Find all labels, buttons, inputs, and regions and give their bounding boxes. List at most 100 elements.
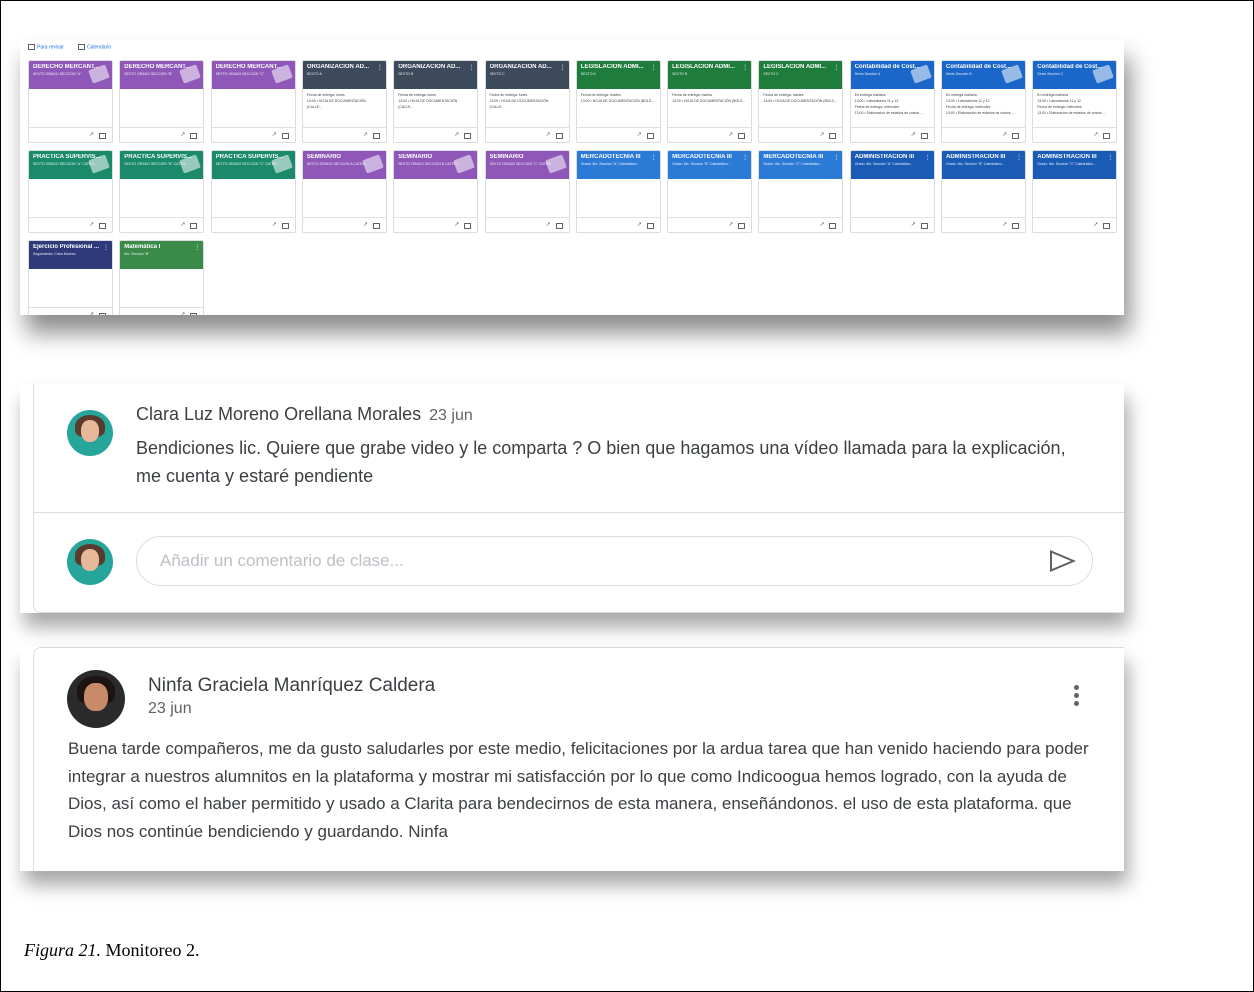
trending-icon[interactable]: ↗ xyxy=(454,221,459,228)
trending-icon[interactable]: ↗ xyxy=(637,221,642,228)
folder-icon[interactable] xyxy=(281,133,289,139)
card-menu-icon[interactable]: ⋮ xyxy=(1016,154,1022,161)
course-title[interactable]: ORGANIZACIÓN AD... xyxy=(307,64,375,70)
course-card[interactable]: Contabilidad de Cost... Sexto Sección C En… xyxy=(1032,60,1118,143)
folder-icon[interactable] xyxy=(99,133,106,139)
course-card[interactable]: DERECHO MERCANT... SEXTO GRADO SECCIÓN "C… xyxy=(210,60,296,143)
course-card[interactable]: SEMINARIO SEXTO GRADO SECCIÓN A CATEG... ↗ xyxy=(301,150,387,233)
course-title[interactable]: LEGISLACIÓN ADMI... xyxy=(672,64,740,70)
card-menu-icon[interactable]: ⋮ xyxy=(377,64,383,71)
trending-icon[interactable]: ↗ xyxy=(180,131,185,138)
course-title[interactable]: MERCADOTECNIA III xyxy=(763,154,831,160)
card-menu-icon[interactable]: ⋮ xyxy=(103,244,109,251)
trending-icon[interactable]: ↗ xyxy=(1093,221,1098,228)
folder-icon[interactable] xyxy=(190,223,198,229)
folder-icon[interactable] xyxy=(1012,223,1019,229)
folder-icon[interactable] xyxy=(646,223,654,229)
trending-icon[interactable]: ↗ xyxy=(728,131,733,138)
card-menu-icon[interactable]: ⋮ xyxy=(925,154,931,161)
trending-icon[interactable]: ↗ xyxy=(89,311,94,315)
folder-icon[interactable] xyxy=(738,133,746,139)
trending-icon[interactable]: ↗ xyxy=(1002,131,1007,138)
folder-icon[interactable] xyxy=(190,313,198,315)
course-card[interactable]: PRACTICA SUPERVIS... SEXTO GRADO SECCIÓN … xyxy=(210,150,296,233)
folder-icon[interactable] xyxy=(920,223,928,229)
card-menu-icon[interactable]: ⋮ xyxy=(651,154,657,161)
trending-icon[interactable]: ↗ xyxy=(545,221,550,228)
course-card[interactable]: Matemática I 6to. Sección "B" ⋮ ↗ xyxy=(119,240,205,315)
due-item[interactable]: 13:00 • HOJA DE DOCUMENTACIÓN (CALLE... xyxy=(490,98,565,110)
trending-icon[interactable]: ↗ xyxy=(911,131,916,138)
trending-icon[interactable]: ↗ xyxy=(89,221,94,228)
send-icon[interactable] xyxy=(1050,550,1076,572)
due-item[interactable]: 13:00 • HOJA DE DOCUMENTACIÓN (BOLS... xyxy=(763,98,838,104)
due-item[interactable]: 13:00 • HOJA DE DOCUMENTACIÓN (CALLE... xyxy=(398,98,473,110)
course-card[interactable]: ADMINISTRACIÓN III Grado: 6to. Sección "A… xyxy=(849,150,935,233)
folder-icon[interactable] xyxy=(1103,223,1111,229)
folder-icon[interactable] xyxy=(1103,133,1111,139)
course-card[interactable]: SEMINARIO SEXTO GRADO SECCIÓN B CATEG... ↗ xyxy=(393,150,479,233)
folder-icon[interactable] xyxy=(464,223,472,229)
folder-icon[interactable] xyxy=(464,133,472,139)
calendar-link[interactable]: Calendario xyxy=(77,44,111,50)
course-card[interactable]: ORGANIZACIÓN AD... SEXTO B ⋮ Fecha de entre… xyxy=(393,60,479,143)
folder-icon[interactable] xyxy=(1012,133,1019,139)
folder-icon[interactable] xyxy=(829,223,837,229)
folder-icon[interactable] xyxy=(555,133,563,139)
course-card[interactable]: SEMINARIO SEXTO GRADO SECCIÓN "C" CATEG..… xyxy=(484,150,570,233)
course-card[interactable]: PRACTICA SUPERVIS... SEXTO GRADO SECCIÓN … xyxy=(28,150,113,233)
course-title[interactable]: ORGANIZACIÓN AD... xyxy=(398,64,466,70)
trending-icon[interactable]: ↗ xyxy=(180,311,185,315)
trending-icon[interactable]: ↗ xyxy=(272,221,277,228)
trending-icon[interactable]: ↗ xyxy=(363,221,368,228)
course-card[interactable]: ORGANIZACIÓN AD... SEXTO C ⋮ Fecha de entre… xyxy=(484,60,570,143)
course-card[interactable]: Contabilidad de Cost... Sexto Sección A En… xyxy=(849,60,935,143)
folder-icon[interactable] xyxy=(99,313,106,315)
due-item[interactable]: 13:00 • HOJA DE DOCUMENTACIÓN (BOLS... xyxy=(672,98,747,104)
folder-icon[interactable] xyxy=(920,133,928,139)
course-title[interactable]: ADMINISTRACIÓN III xyxy=(946,154,1014,160)
due-item[interactable]: 13:00 • Elaboración de estados de costos… xyxy=(946,110,1021,116)
trending-icon[interactable]: ↗ xyxy=(272,131,277,138)
trending-icon[interactable]: ↗ xyxy=(454,131,459,138)
course-card[interactable]: MERCADOTECNIA III Grado: 6to. Sección "B"… xyxy=(667,150,753,233)
todo-link[interactable]: Para revisar xyxy=(28,44,64,50)
course-title[interactable]: ADMINISTRACIÓN III xyxy=(855,154,923,160)
course-title[interactable]: LEGISLACIÓN ADMI... xyxy=(581,64,649,70)
course-title[interactable]: MERCADOTECNIA III xyxy=(581,154,649,160)
trending-icon[interactable]: ↗ xyxy=(1002,221,1007,228)
due-item[interactable]: 13:00 • HOJA DE DOCUMENTACIÓN (BOLS... xyxy=(581,98,656,104)
course-card[interactable]: ORGANIZACIÓN AD... SEXTO A ⋮ Fecha de entre… xyxy=(301,60,387,143)
trending-icon[interactable]: ↗ xyxy=(819,131,824,138)
folder-icon[interactable] xyxy=(372,223,380,229)
card-menu-icon[interactable]: ⋮ xyxy=(1107,154,1113,161)
course-title[interactable]: ORGANIZACIÓN AD... xyxy=(490,64,558,70)
folder-icon[interactable] xyxy=(555,223,563,229)
course-card[interactable]: LEGISLACIÓN ADMI... SEXTO C ⋮ Fecha de entr… xyxy=(758,60,844,143)
card-menu-icon[interactable]: ⋮ xyxy=(468,64,474,71)
more-options-icon[interactable] xyxy=(1074,685,1080,711)
course-card[interactable]: ADMINISTRACIÓN III Grado: 6to. Sección "B… xyxy=(941,150,1026,233)
course-card[interactable]: MERCADOTECNIA III Grado: 6to. Sección "C"… xyxy=(758,150,844,233)
course-card[interactable]: LEGISLACIÓN ADMI... SEXTO B ⋮ Fecha de entr… xyxy=(667,60,753,143)
card-menu-icon[interactable]: ⋮ xyxy=(651,64,657,71)
due-item[interactable]: 13:00 • HOJA DE DOCUMENTACIÓN (CALLE... xyxy=(307,98,382,110)
card-menu-icon[interactable]: ⋮ xyxy=(560,64,566,71)
course-card[interactable]: PRACTICA SUPERVIS... SEXTO GRADO SECCIÓN … xyxy=(119,150,205,233)
card-menu-icon[interactable]: ⋮ xyxy=(742,64,748,71)
course-title[interactable]: ADMINISTRACIÓN III xyxy=(1037,154,1105,160)
due-item[interactable]: 13:00 • Elaboración de estados de costos… xyxy=(1037,110,1112,116)
card-menu-icon[interactable]: ⋮ xyxy=(194,244,200,251)
folder-icon[interactable] xyxy=(281,223,289,229)
card-menu-icon[interactable]: ⋮ xyxy=(833,64,839,71)
trending-icon[interactable]: ↗ xyxy=(545,131,550,138)
course-card[interactable]: DERECHO MERCANT... SEXTO GRADO SECCIÓN "B… xyxy=(119,60,205,143)
trending-icon[interactable]: ↗ xyxy=(911,221,916,228)
folder-icon[interactable] xyxy=(190,133,198,139)
folder-icon[interactable] xyxy=(738,223,746,229)
folder-icon[interactable] xyxy=(99,223,106,229)
trending-icon[interactable]: ↗ xyxy=(89,131,94,138)
folder-icon[interactable] xyxy=(372,133,380,139)
course-card[interactable]: ADMINISTRACIÓN III Grado: 6to. Sección "C… xyxy=(1032,150,1118,233)
course-card[interactable]: Contabilidad de Cost... Sexto Sección B En… xyxy=(941,60,1026,143)
